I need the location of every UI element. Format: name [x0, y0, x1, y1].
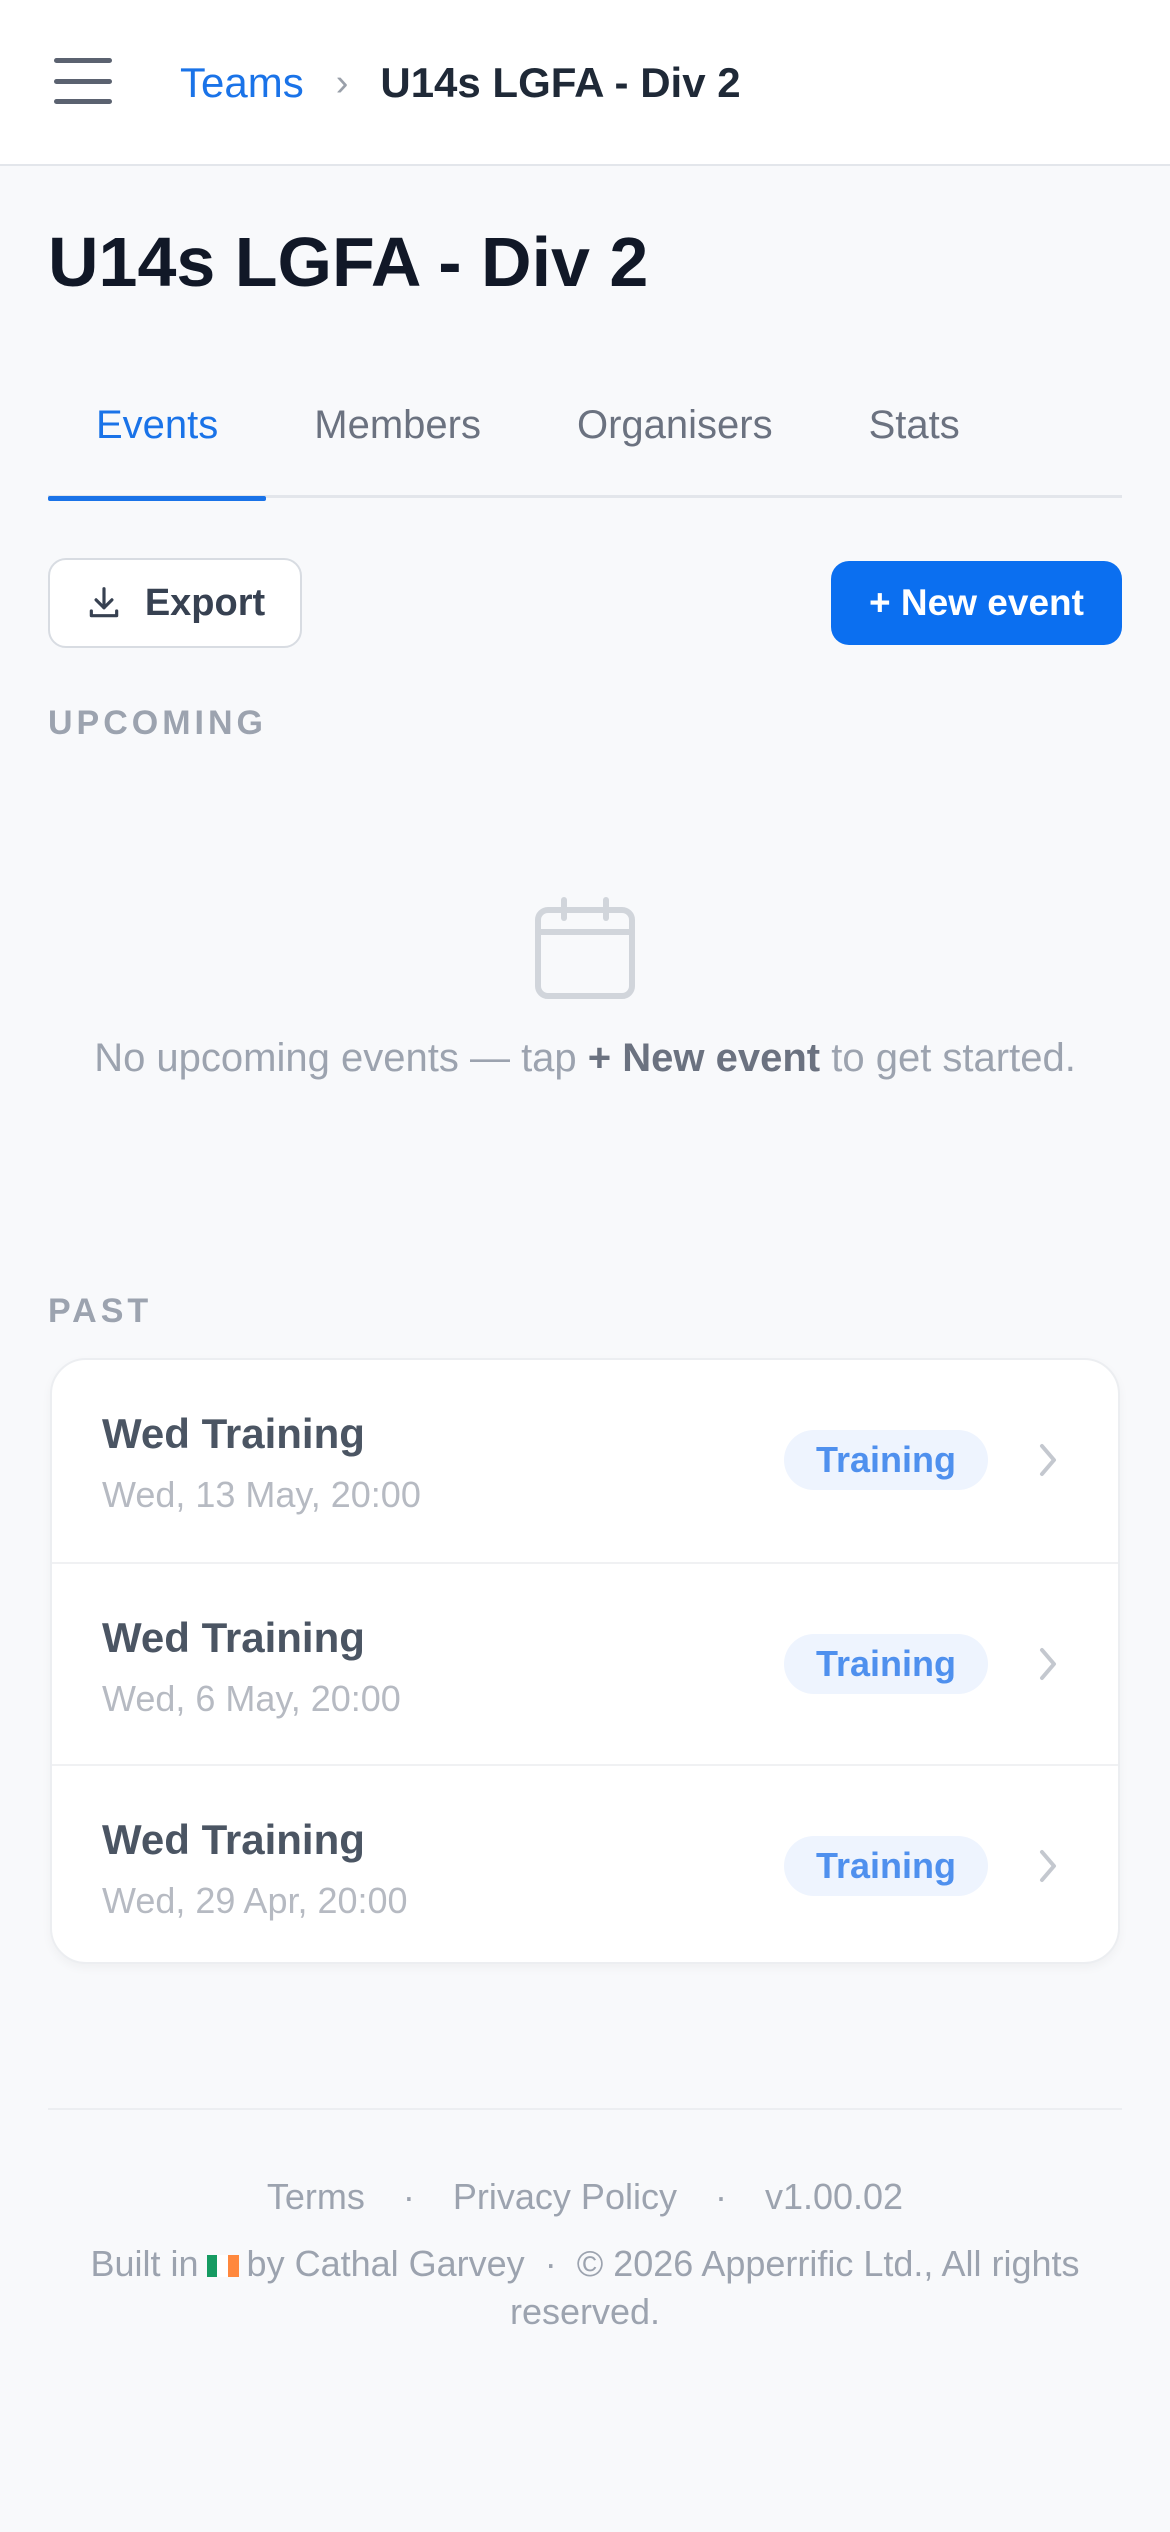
- event-type-badge: Training: [784, 1430, 988, 1490]
- past-section-label: PAST: [48, 1292, 153, 1330]
- event-title: Wed Training: [102, 1614, 365, 1661]
- tab-bar: Events Members Organisers Stats: [48, 380, 1122, 501]
- chevron-right-icon: [1040, 1850, 1056, 1882]
- event-datetime: Wed, 13 May, 20:00: [102, 1474, 421, 1515]
- menu-icon[interactable]: [54, 58, 112, 104]
- download-icon: [89, 587, 119, 618]
- terms-link[interactable]: Terms: [267, 2176, 365, 2218]
- calendar-icon: [535, 897, 635, 999]
- chevron-right-icon: [1040, 1444, 1056, 1476]
- footer-separator: ·: [402, 2176, 415, 2217]
- footer-divider: [48, 2108, 1122, 2110]
- event-type-badge: Training: [784, 1634, 988, 1694]
- tab-organisers[interactable]: Organisers: [529, 380, 821, 498]
- event-row[interactable]: Wed Training Wed, 29 Apr, 20:00 Training: [52, 1764, 1118, 1962]
- event-datetime: Wed, 6 May, 20:00: [102, 1678, 401, 1719]
- tab-members[interactable]: Members: [266, 380, 529, 498]
- event-row[interactable]: Wed Training Wed, 13 May, 20:00 Training: [52, 1360, 1118, 1560]
- new-event-button[interactable]: + New event: [831, 561, 1122, 645]
- upcoming-section-label: UPCOMING: [48, 704, 267, 742]
- breadcrumb-current: U14s LGFA - Div 2: [380, 59, 741, 106]
- breadcrumb-teams-link[interactable]: Teams: [180, 59, 304, 107]
- chevron-right-icon: [1040, 1648, 1056, 1680]
- breadcrumb: Teams › U14s LGFA - Div 2: [180, 58, 741, 108]
- tab-events[interactable]: Events: [48, 380, 267, 501]
- event-title: Wed Training: [102, 1816, 365, 1863]
- export-label: Export: [144, 581, 266, 624]
- footer-links: Terms · Privacy Policy · v1.00.02: [0, 2176, 1170, 2218]
- breadcrumb-separator: ›: [335, 61, 349, 104]
- privacy-policy-link[interactable]: Privacy Policy: [453, 2176, 677, 2218]
- empty-state-message: No upcoming events — tap + New event to …: [94, 1036, 1076, 1080]
- built-in-prefix: Built in: [90, 2243, 199, 2284]
- top-bar: Teams › U14s LGFA - Div 2: [0, 0, 1170, 166]
- event-datetime: Wed, 29 Apr, 20:00: [102, 1880, 408, 1921]
- page-title: U14s LGFA - Div 2: [48, 223, 649, 301]
- footer-separator: ·: [544, 2243, 557, 2284]
- past-events-list: Wed Training Wed, 13 May, 20:00 Training…: [50, 1358, 1120, 1964]
- footer-credit: Built in by Cathal Garvey · © 2026 Apperr…: [40, 2240, 1130, 2336]
- app-version: v1.00.02: [764, 2176, 904, 2217]
- footer-separator: ·: [714, 2176, 727, 2217]
- ireland-flag-icon: [206, 2255, 239, 2278]
- built-by-text: by Cathal Garvey: [246, 2243, 525, 2284]
- tab-stats[interactable]: Stats: [821, 380, 1008, 498]
- event-title: Wed Training: [102, 1410, 365, 1457]
- event-type-badge: Training: [784, 1836, 988, 1896]
- event-row[interactable]: Wed Training Wed, 6 May, 20:00 Training: [52, 1562, 1118, 1762]
- export-button[interactable]: Export: [48, 558, 302, 648]
- copyright-text: © 2026 Apperrific Ltd., All rights reser…: [509, 2243, 1080, 2332]
